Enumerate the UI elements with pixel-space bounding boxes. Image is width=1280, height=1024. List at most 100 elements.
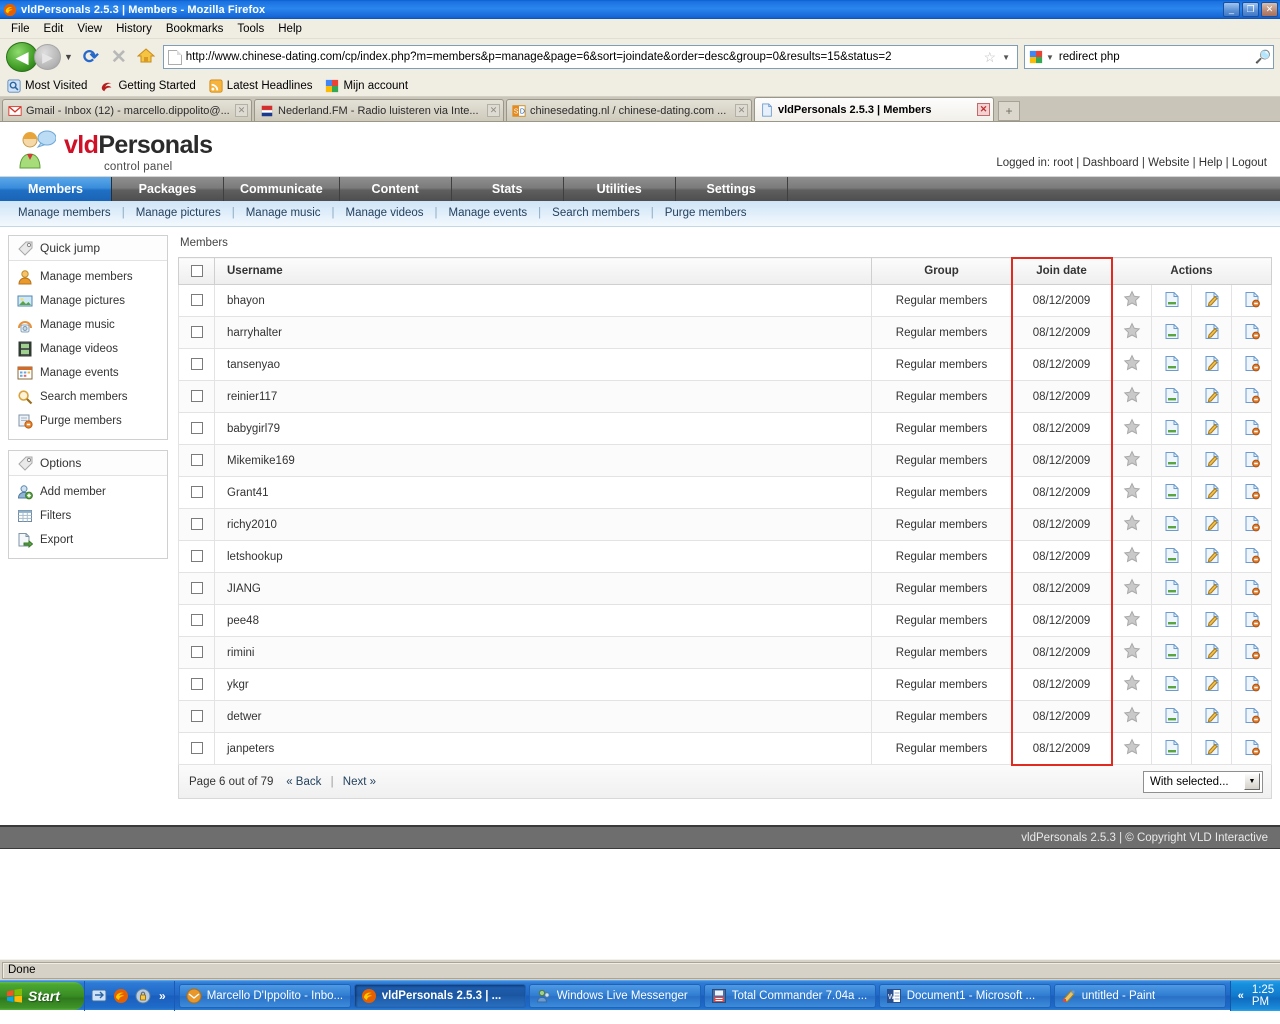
table-row[interactable]: harryhalter Regular members 08/12/2009 [178, 316, 1272, 349]
star-icon[interactable] [1123, 546, 1141, 567]
cell-star-action[interactable] [1111, 412, 1152, 445]
cell-delete-action[interactable] [1231, 732, 1272, 765]
cell-delete-action[interactable] [1231, 508, 1272, 541]
row-select-cell[interactable] [178, 348, 215, 381]
menu-item-history[interactable]: History [109, 21, 159, 37]
delete-member-icon[interactable] [1244, 611, 1260, 631]
row-checkbox[interactable] [190, 486, 203, 499]
row-checkbox[interactable] [190, 742, 203, 755]
delete-member-icon[interactable] [1244, 579, 1260, 599]
row-select-cell[interactable] [178, 380, 215, 413]
cell-edit-action[interactable] [1191, 540, 1232, 573]
nav-tab-settings[interactable]: Settings [675, 177, 788, 201]
taskbar-item-total-commander[interactable]: Total Commander 7.04a ... [703, 983, 876, 1008]
cell-edit-action[interactable] [1191, 508, 1232, 541]
nav-tab-stats[interactable]: Stats [451, 177, 564, 201]
chevron-down-icon[interactable]: ▼ [63, 52, 76, 62]
edit-member-icon[interactable] [1204, 323, 1220, 343]
cell-view-action[interactable] [1151, 732, 1192, 765]
bookmark-getting-started[interactable]: Getting Started [100, 79, 202, 93]
cell-star-action[interactable] [1111, 604, 1152, 637]
star-icon[interactable] [1123, 418, 1141, 439]
view-profile-icon[interactable] [1164, 739, 1180, 759]
cell-delete-action[interactable] [1231, 540, 1272, 573]
cell-view-action[interactable] [1151, 604, 1192, 637]
row-select-cell[interactable] [178, 732, 215, 765]
cell-username[interactable]: Mikemike169 [214, 444, 872, 477]
cell-username[interactable]: bhayon [214, 284, 872, 317]
table-row[interactable]: JIANG Regular members 08/12/2009 [178, 572, 1272, 605]
menu-item-file[interactable]: File [4, 21, 37, 37]
bookmark-star-icon[interactable]: ☆ [980, 49, 1001, 66]
cell-star-action[interactable] [1111, 732, 1152, 765]
cell-username[interactable]: detwer [214, 700, 872, 733]
firefox-icon[interactable] [113, 988, 129, 1004]
row-select-cell[interactable] [178, 476, 215, 509]
table-row[interactable]: pee48 Regular members 08/12/2009 [178, 604, 1272, 637]
cell-username[interactable]: Grant41 [214, 476, 872, 509]
column-header-username[interactable]: Username [214, 257, 872, 285]
subnav-manage-members[interactable]: Manage members [18, 207, 111, 219]
row-select-cell[interactable] [178, 444, 215, 477]
delete-member-icon[interactable] [1244, 739, 1260, 759]
row-checkbox[interactable] [190, 614, 203, 627]
view-profile-icon[interactable] [1164, 579, 1180, 599]
select-all-checkbox[interactable] [190, 264, 203, 277]
cell-view-action[interactable] [1151, 412, 1192, 445]
edit-member-icon[interactable] [1204, 579, 1220, 599]
cell-delete-action[interactable] [1231, 380, 1272, 413]
cell-delete-action[interactable] [1231, 700, 1272, 733]
cell-username[interactable]: reinier117 [214, 380, 872, 413]
view-profile-icon[interactable] [1164, 675, 1180, 695]
star-icon[interactable] [1123, 674, 1141, 695]
row-select-cell[interactable] [178, 604, 215, 637]
cell-username[interactable]: ykgr [214, 668, 872, 701]
cell-edit-action[interactable] [1191, 412, 1232, 445]
row-checkbox[interactable] [190, 390, 203, 403]
taskbar-item-messenger[interactable]: Windows Live Messenger [528, 983, 701, 1008]
table-row[interactable]: babygirl79 Regular members 08/12/2009 [178, 412, 1272, 445]
menu-item-tools[interactable]: Tools [230, 21, 271, 37]
cell-view-action[interactable] [1151, 380, 1192, 413]
edit-member-icon[interactable] [1204, 675, 1220, 695]
subnav-manage-music[interactable]: Manage music [246, 207, 321, 219]
row-select-cell[interactable] [178, 508, 215, 541]
view-profile-icon[interactable] [1164, 451, 1180, 471]
nav-tab-members[interactable]: Members [0, 177, 112, 201]
show-desktop-icon[interactable] [91, 988, 107, 1004]
subnav-manage-videos[interactable]: Manage videos [346, 207, 424, 219]
menu-item-help[interactable]: Help [271, 21, 309, 37]
sidebar-item-manage-videos[interactable]: Manage videos [9, 337, 167, 361]
delete-member-icon[interactable] [1244, 515, 1260, 535]
sidebar-item-manage-members[interactable]: Manage members [9, 265, 167, 289]
cell-star-action[interactable] [1111, 444, 1152, 477]
cell-star-action[interactable] [1111, 572, 1152, 605]
row-select-cell[interactable] [178, 572, 215, 605]
cell-star-action[interactable] [1111, 700, 1152, 733]
edit-member-icon[interactable] [1204, 387, 1220, 407]
table-row[interactable]: detwer Regular members 08/12/2009 [178, 700, 1272, 733]
view-profile-icon[interactable] [1164, 291, 1180, 311]
security-icon[interactable] [135, 988, 151, 1004]
cell-edit-action[interactable] [1191, 476, 1232, 509]
view-profile-icon[interactable] [1164, 547, 1180, 567]
cell-star-action[interactable] [1111, 316, 1152, 349]
cell-view-action[interactable] [1151, 540, 1192, 573]
edit-member-icon[interactable] [1204, 355, 1220, 375]
cell-view-action[interactable] [1151, 572, 1192, 605]
table-row[interactable]: rimini Regular members 08/12/2009 [178, 636, 1272, 669]
table-row[interactable]: ykgr Regular members 08/12/2009 [178, 668, 1272, 701]
menu-item-bookmarks[interactable]: Bookmarks [159, 21, 231, 37]
edit-member-icon[interactable] [1204, 451, 1220, 471]
cell-delete-action[interactable] [1231, 668, 1272, 701]
edit-member-icon[interactable] [1204, 739, 1220, 759]
delete-member-icon[interactable] [1244, 483, 1260, 503]
delete-member-icon[interactable] [1244, 675, 1260, 695]
star-icon[interactable] [1123, 610, 1141, 631]
cell-edit-action[interactable] [1191, 380, 1232, 413]
forward-arrow-icon[interactable]: ▶ [34, 44, 61, 70]
close-icon[interactable]: ✕ [487, 104, 500, 117]
sidebar-item-manage-events[interactable]: Manage events [9, 361, 167, 385]
table-row[interactable]: janpeters Regular members 08/12/2009 [178, 732, 1272, 765]
cell-username[interactable]: babygirl79 [214, 412, 872, 445]
